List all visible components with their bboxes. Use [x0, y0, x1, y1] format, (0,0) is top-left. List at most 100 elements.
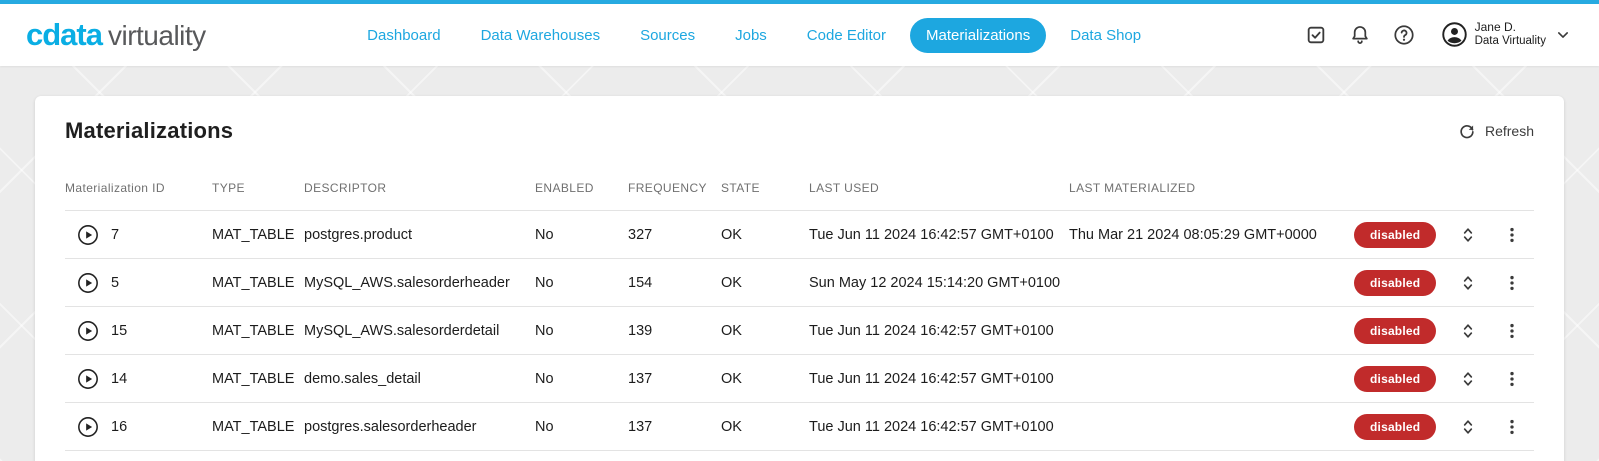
play-icon: [77, 416, 99, 438]
logo-product-text: virtuality: [108, 20, 206, 52]
status-badge: disabled: [1354, 222, 1436, 248]
logo-brand-text: cdata: [26, 17, 102, 53]
user-org: Data Virtuality: [1475, 35, 1546, 48]
status-badge: disabled: [1354, 366, 1436, 392]
last-used-cell: Tue Jun 11 2024 16:42:57 GMT+0100: [809, 419, 1069, 435]
nav-materializations[interactable]: Materializations: [910, 18, 1046, 53]
status-badge: disabled: [1354, 414, 1436, 440]
state-cell: OK: [721, 227, 809, 243]
chevron-down-icon: [1553, 25, 1573, 45]
materialization-id-cell: 5: [111, 275, 212, 291]
user-menu[interactable]: Jane D. Data Virtuality: [1441, 21, 1573, 48]
materialization-id-cell: 7: [111, 227, 212, 243]
table-row: 16 MAT_TABLE postgres.salesorderheader N…: [65, 403, 1534, 451]
reorder-button[interactable]: [1456, 415, 1480, 439]
help-button[interactable]: [1391, 22, 1417, 48]
reorder-button[interactable]: [1456, 367, 1480, 391]
play-icon: [77, 320, 99, 342]
frequency-cell: 139: [628, 323, 721, 339]
refresh-label: Refresh: [1485, 123, 1534, 139]
row-menu-button[interactable]: [1500, 271, 1524, 295]
state-cell: OK: [721, 371, 809, 387]
descriptor-cell: postgres.product: [304, 227, 535, 243]
type-cell: MAT_TABLE: [212, 275, 304, 291]
play-button[interactable]: [75, 222, 101, 248]
kebab-menu-icon: [1502, 417, 1522, 437]
state-cell: OK: [721, 419, 809, 435]
table-row: 14 MAT_TABLE demo.sales_detail No 137 OK…: [65, 355, 1534, 403]
table-row: 5 MAT_TABLE MySQL_AWS.salesorderheader N…: [65, 259, 1534, 307]
top-navigation-bar: cdata virtuality Dashboard Data Warehous…: [0, 4, 1599, 66]
row-menu-button[interactable]: [1500, 367, 1524, 391]
page-title: Materializations: [65, 118, 233, 144]
state-cell: OK: [721, 323, 809, 339]
frequency-cell: 154: [628, 275, 721, 291]
unfold-more-icon: [1458, 321, 1478, 341]
col-enabled: ENABLED: [535, 181, 628, 195]
col-last-used: LAST USED: [809, 181, 1069, 195]
row-menu-button[interactable]: [1500, 319, 1524, 343]
play-button[interactable]: [75, 270, 101, 296]
play-button[interactable]: [75, 414, 101, 440]
notifications-button[interactable]: [1347, 22, 1373, 48]
topbar-actions: Jane D. Data Virtuality: [1303, 21, 1573, 48]
user-text: Jane D. Data Virtuality: [1475, 21, 1546, 48]
kebab-menu-icon: [1502, 225, 1522, 245]
play-icon: [77, 224, 99, 246]
descriptor-cell: postgres.salesorderheader: [304, 419, 535, 435]
col-state: STATE: [721, 181, 809, 195]
type-cell: MAT_TABLE: [212, 419, 304, 435]
tasks-icon: [1305, 24, 1327, 46]
tasks-button[interactable]: [1303, 22, 1329, 48]
cdata-virtuality-logo[interactable]: cdata virtuality: [26, 17, 206, 53]
nav-jobs[interactable]: Jobs: [719, 18, 783, 53]
play-button[interactable]: [75, 366, 101, 392]
reorder-button[interactable]: [1456, 319, 1480, 343]
play-button[interactable]: [75, 318, 101, 344]
unfold-more-icon: [1458, 225, 1478, 245]
nav-dashboard[interactable]: Dashboard: [351, 18, 456, 53]
last-used-cell: Tue Jun 11 2024 16:42:57 GMT+0100: [809, 227, 1069, 243]
frequency-cell: 137: [628, 371, 721, 387]
materializations-table: Materialization ID TYPE DESCRIPTOR ENABL…: [35, 166, 1564, 451]
enabled-cell: No: [535, 419, 628, 435]
last-used-cell: Tue Jun 11 2024 16:42:57 GMT+0100: [809, 371, 1069, 387]
frequency-cell: 327: [628, 227, 721, 243]
descriptor-cell: demo.sales_detail: [304, 371, 535, 387]
col-descriptor: DESCRIPTOR: [304, 181, 535, 195]
enabled-cell: No: [535, 323, 628, 339]
table-row: 7 MAT_TABLE postgres.product No 327 OK T…: [65, 211, 1534, 259]
unfold-more-icon: [1458, 273, 1478, 293]
status-badge: disabled: [1354, 270, 1436, 296]
nav-data-warehouses[interactable]: Data Warehouses: [465, 18, 617, 53]
last-materialized-cell: Thu Mar 21 2024 08:05:29 GMT+0000: [1069, 227, 1354, 243]
reorder-button[interactable]: [1456, 223, 1480, 247]
main-nav: Dashboard Data Warehouses Sources Jobs C…: [206, 18, 1303, 53]
state-cell: OK: [721, 275, 809, 291]
col-last-materialized: LAST MATERIALIZED: [1069, 181, 1354, 195]
nav-sources[interactable]: Sources: [624, 18, 711, 53]
materialization-id-cell: 14: [111, 371, 212, 387]
user-name: Jane D.: [1475, 21, 1546, 35]
nav-code-editor[interactable]: Code Editor: [791, 18, 902, 53]
row-menu-button[interactable]: [1500, 415, 1524, 439]
avatar: [1441, 21, 1468, 48]
col-materialization-id: Materialization ID: [65, 181, 212, 195]
materialization-id-cell: 16: [111, 419, 212, 435]
unfold-more-icon: [1458, 369, 1478, 389]
play-icon: [77, 368, 99, 390]
frequency-cell: 137: [628, 419, 721, 435]
materialization-id-cell: 15: [111, 323, 212, 339]
enabled-cell: No: [535, 275, 628, 291]
refresh-button[interactable]: Refresh: [1457, 121, 1534, 141]
play-icon: [77, 272, 99, 294]
descriptor-cell: MySQL_AWS.salesorderheader: [304, 275, 535, 291]
kebab-menu-icon: [1502, 369, 1522, 389]
reorder-button[interactable]: [1456, 271, 1480, 295]
enabled-cell: No: [535, 227, 628, 243]
last-used-cell: Tue Jun 11 2024 16:42:57 GMT+0100: [809, 323, 1069, 339]
type-cell: MAT_TABLE: [212, 227, 304, 243]
page-content: Materializations Refresh Materialization…: [0, 66, 1599, 461]
row-menu-button[interactable]: [1500, 223, 1524, 247]
nav-data-shop[interactable]: Data Shop: [1054, 18, 1157, 53]
